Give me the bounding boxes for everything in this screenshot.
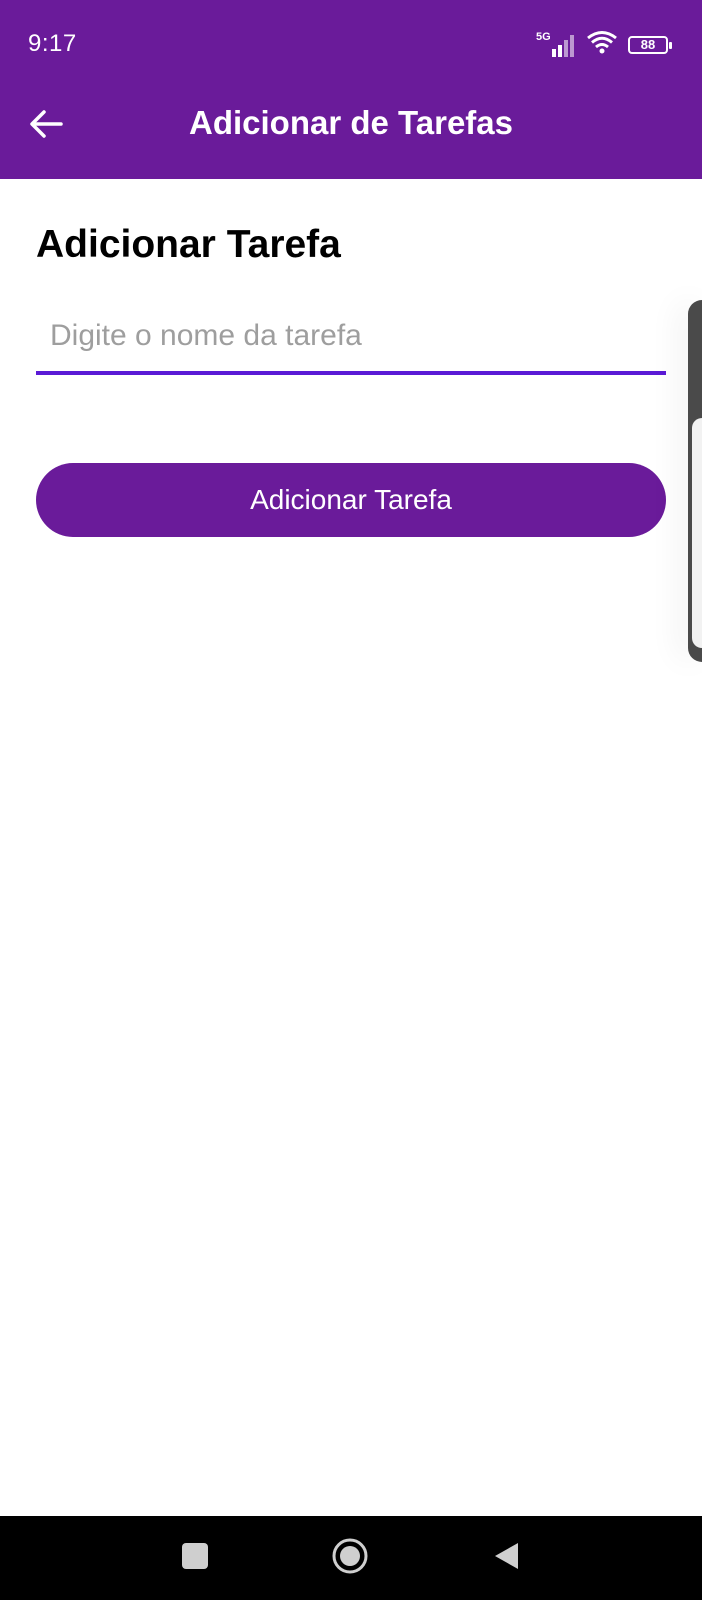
home-button[interactable] <box>328 1536 372 1580</box>
recent-apps-button[interactable] <box>173 1536 217 1580</box>
signal-icon: 5G <box>536 30 576 57</box>
battery-level: 88 <box>640 37 656 52</box>
status-icons: 5G 88 <box>536 30 672 59</box>
system-nav-bar <box>0 1516 702 1600</box>
nav-back-button[interactable] <box>484 1536 528 1580</box>
app-screen: 9:17 5G 88 Adicionar de Tarefas Adiciona… <box>0 0 702 1600</box>
toolbar: Adicionar de Tarefas <box>0 88 702 179</box>
home-icon <box>331 1537 369 1580</box>
status-time: 9:17 <box>28 30 77 57</box>
toolbar-title: Adicionar de Tarefas <box>189 104 513 141</box>
battery-icon: 88 <box>628 35 672 54</box>
task-name-input[interactable] <box>36 301 666 371</box>
add-task-button[interactable]: Adicionar Tarefa <box>36 463 666 537</box>
wifi-icon <box>586 30 618 59</box>
page-title: Adicionar Tarefa <box>36 223 341 266</box>
recent-apps-icon <box>181 1542 209 1575</box>
network-type-label: 5G <box>536 30 551 43</box>
back-triangle-icon <box>492 1541 520 1576</box>
status-bar: 9:17 5G 88 <box>0 0 702 88</box>
app-header: 9:17 5G 88 Adicionar de Tarefas <box>0 0 702 179</box>
task-input-container <box>36 301 666 375</box>
edge-panel-inner <box>692 418 702 648</box>
main-content: Adicionar Tarefa Adicionar Tarefa <box>36 179 666 537</box>
